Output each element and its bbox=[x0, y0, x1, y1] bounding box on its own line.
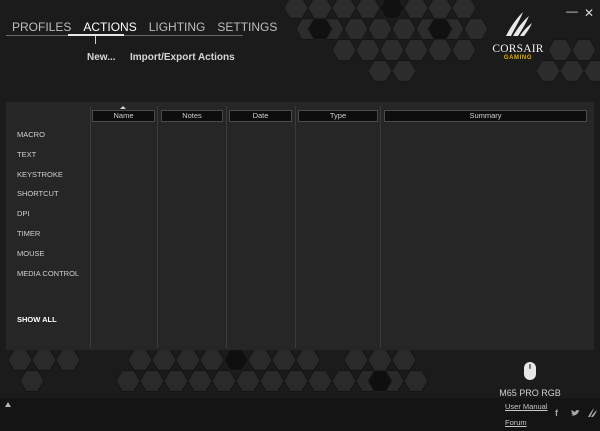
column-header-name[interactable]: Name bbox=[92, 110, 155, 122]
column-header-notes[interactable]: Notes bbox=[161, 110, 223, 122]
main-nav: PROFILES ACTIONS LIGHTING SETTINGS bbox=[6, 19, 283, 36]
corsair-sails-icon bbox=[506, 12, 532, 36]
column-divider bbox=[295, 106, 296, 348]
mouse-icon[interactable] bbox=[523, 361, 537, 381]
category-text[interactable]: TEXT bbox=[17, 150, 36, 159]
facebook-icon[interactable]: f bbox=[555, 408, 558, 418]
category-media-control[interactable]: MEDIA CONTROL bbox=[17, 269, 79, 278]
corsair-logo: CORSAIR GAMING bbox=[488, 10, 548, 61]
sort-ascending-icon bbox=[120, 106, 126, 109]
column-header-date[interactable]: Date bbox=[229, 110, 292, 122]
actions-panel bbox=[6, 102, 594, 350]
forum-link[interactable]: Forum bbox=[505, 418, 527, 427]
logo-sub-text: GAMING bbox=[503, 55, 533, 61]
category-macro[interactable]: MACRO bbox=[17, 130, 45, 139]
import-export-actions-button[interactable]: Import/Export Actions bbox=[130, 52, 235, 63]
category-show-all[interactable]: SHOW ALL bbox=[17, 315, 57, 324]
twitter-icon[interactable] bbox=[570, 409, 580, 417]
tab-lighting[interactable]: LIGHTING bbox=[143, 19, 212, 36]
active-tab-pointer bbox=[95, 36, 96, 44]
category-shortcut[interactable]: SHORTCUT bbox=[17, 189, 59, 198]
category-keystroke[interactable]: KEYSTROKE bbox=[17, 170, 63, 179]
close-button[interactable]: ✕ bbox=[584, 6, 594, 20]
column-header-summary[interactable]: Summary bbox=[384, 110, 587, 122]
nav-underline bbox=[6, 35, 243, 36]
tab-settings[interactable]: SETTINGS bbox=[211, 19, 283, 36]
user-manual-link[interactable]: User Manual bbox=[505, 402, 548, 411]
column-divider bbox=[380, 106, 381, 348]
device-name[interactable]: M65 PRO RGB bbox=[490, 388, 570, 398]
column-divider bbox=[226, 106, 227, 348]
logo-brand-text: CORSAIR bbox=[492, 43, 544, 55]
column-divider bbox=[90, 106, 91, 348]
active-tab-indicator bbox=[68, 34, 124, 36]
expand-up-icon[interactable] bbox=[5, 402, 11, 407]
category-dpi[interactable]: DPI bbox=[17, 209, 30, 218]
category-mouse[interactable]: MOUSE bbox=[17, 249, 45, 258]
column-header-type[interactable]: Type bbox=[298, 110, 378, 122]
tab-profiles[interactable]: PROFILES bbox=[6, 19, 77, 36]
minimize-button[interactable]: — bbox=[566, 4, 578, 18]
column-divider bbox=[157, 106, 158, 348]
corsair-sails-icon[interactable] bbox=[587, 407, 598, 417]
category-timer[interactable]: TIMER bbox=[17, 229, 40, 238]
new-action-button[interactable]: New... bbox=[87, 52, 116, 63]
